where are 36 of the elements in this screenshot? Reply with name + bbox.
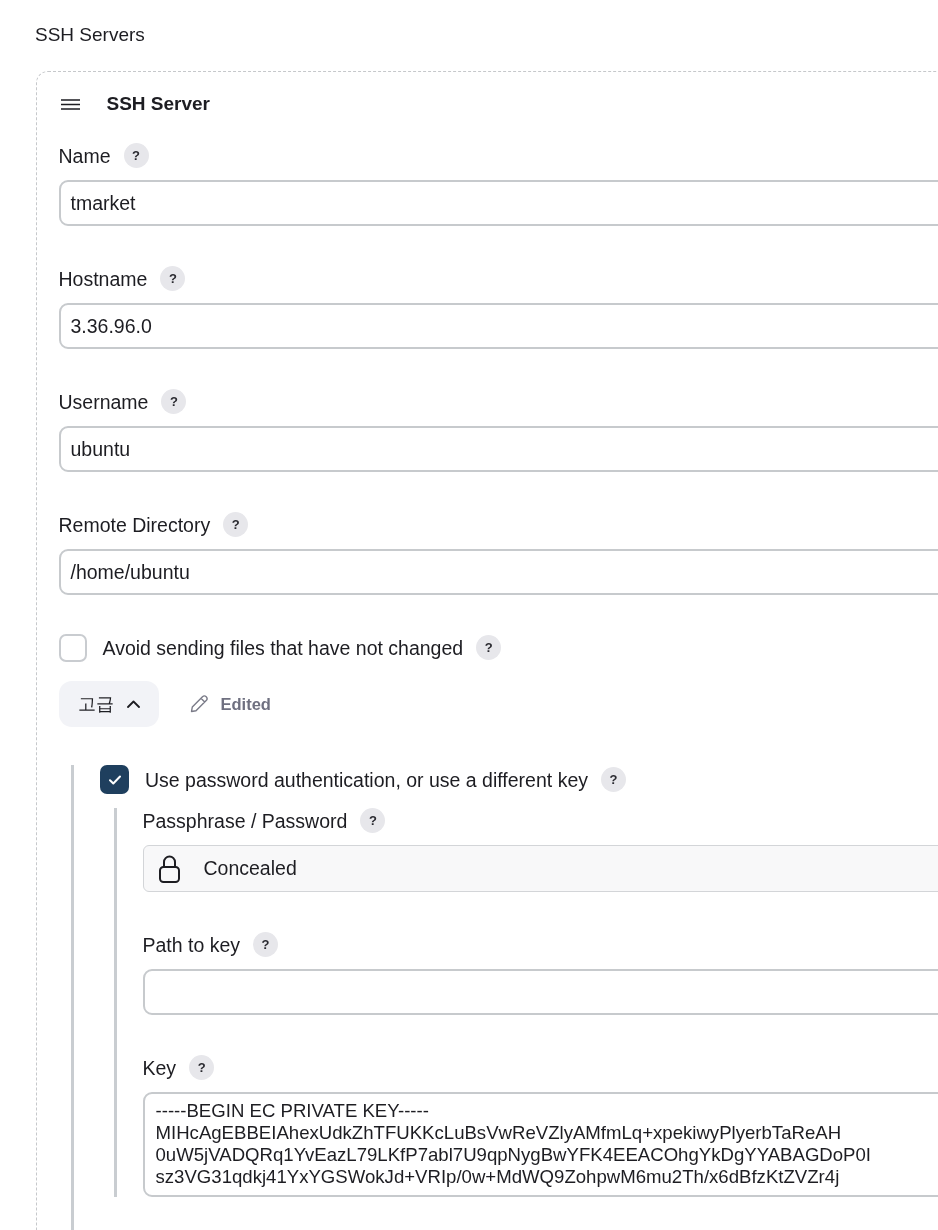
- text-field[interactable]: /home/ubuntu: [58, 549, 938, 595]
- menu-icon[interactable]: [60, 98, 80, 110]
- field-label: Username: [58, 389, 149, 414]
- chevron-icon: [126, 700, 140, 708]
- field-label: Remote Directory: [58, 512, 211, 537]
- help-button[interactable]: ?: [476, 635, 502, 660]
- pencil-icon: [189, 695, 208, 713]
- field-label: Key: [142, 1055, 177, 1080]
- help-button[interactable]: ?: [189, 1055, 215, 1080]
- key-textarea[interactable]: -----BEGIN EC PRIVATE KEY----- MIHcAgEBBEIAhexUdkZhTFUKKcLuBsVwReVZlyAMfmLq+xpekiwyPlyerbTaReAH 0uW5jVADQRq1YvEazL79LKfP7abl7U9qpNygBwYFK4EEACOhgYkDgYYABAGDoP0I sz3VG31qdkj41YxYGSWokJd+VRIp/0w+MdWQ9ZohpwM6mu2Th/x6dBfzKtZVZr4j: [142, 1092, 938, 1197]
- checkbox[interactable]: [100, 765, 129, 794]
- advanced-button[interactable]: 고급: [58, 681, 159, 727]
- field-label: Hostname: [58, 266, 148, 291]
- field-label: Name: [58, 143, 111, 168]
- field-label: Passphrase / Password: [142, 808, 348, 833]
- card-title: SSH Server: [106, 92, 210, 116]
- text-field[interactable]: tmarket: [58, 180, 938, 226]
- section-title: SSH Servers: [35, 25, 145, 45]
- help-button[interactable]: ?: [601, 767, 626, 792]
- checkbox[interactable]: [58, 633, 87, 662]
- help-button[interactable]: ?: [253, 932, 279, 957]
- help-button[interactable]: ?: [360, 808, 386, 833]
- lock-icon: [158, 854, 180, 883]
- password-field[interactable]: Concealed: [142, 845, 938, 892]
- checkbox-label: Avoid sending files that have not changed: [102, 635, 464, 660]
- edited-label: Edited: [220, 694, 271, 714]
- check-icon: [108, 774, 121, 785]
- checkbox-label: Use password authentication, or use a different key: [145, 767, 588, 792]
- text-field[interactable]: [142, 969, 938, 1015]
- help-button[interactable]: ?: [160, 266, 186, 291]
- text-field[interactable]: 3.36.96.0: [58, 303, 938, 349]
- help-button[interactable]: ?: [223, 512, 249, 537]
- field-label: Path to key: [142, 932, 241, 957]
- text-field[interactable]: ubuntu: [58, 426, 938, 472]
- help-button[interactable]: ?: [123, 143, 149, 168]
- help-button[interactable]: ?: [161, 389, 187, 414]
